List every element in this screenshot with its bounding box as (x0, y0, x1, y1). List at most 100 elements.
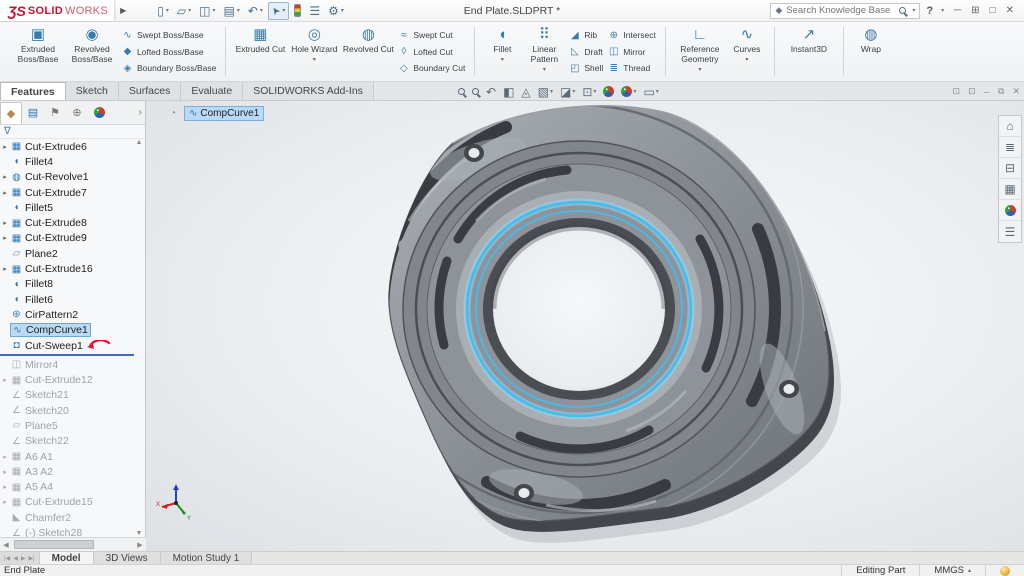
tree-item-cut-extrude8[interactable]: Cut-Extrude8 (0, 215, 134, 230)
appearances-scenes-button[interactable] (999, 200, 1021, 221)
tree-item-sketch20[interactable]: Sketch20 (0, 403, 134, 418)
tree-item-cut-extrude7[interactable]: Cut-Extrude7 (0, 185, 134, 200)
view-settings-button[interactable]: ▭▾ (643, 85, 658, 99)
tree-horizontal-scrollbar[interactable]: ◀ ▶ (0, 537, 146, 551)
previous-view-button[interactable]: ↶ (486, 85, 496, 99)
breadcrumb-compcurve1[interactable]: ∿ CompCurve1 (184, 106, 264, 121)
rebuild-button[interactable] (291, 2, 304, 20)
end-plate-3d-model[interactable] (146, 101, 1024, 551)
dimxpertmanager-tab[interactable]: ⊕ (66, 102, 88, 124)
displaymanager-tab[interactable] (88, 102, 110, 124)
revolved-cut-button[interactable]: ◍ Revolved Cut (341, 25, 395, 78)
tree-item-cirpattern2[interactable]: CirPattern2 (0, 307, 134, 322)
knowledge-base-search[interactable]: ◆ ▾ (770, 3, 920, 19)
wrap-button[interactable]: ◍ Wrap (851, 25, 891, 78)
expand-arrow-icon[interactable] (0, 234, 10, 242)
panel-tabs-overflow-button[interactable]: › (139, 107, 145, 118)
scroll-up-icon[interactable]: ▲ (133, 139, 145, 146)
tab-features[interactable]: Features (0, 82, 66, 100)
caret-icon[interactable]: ▾ (633, 88, 636, 95)
extruded-boss-base-button[interactable]: ▣ Extruded Boss/Base (11, 25, 65, 78)
reference-geometry-button[interactable]: ∟ Reference Geometry ▾ (673, 25, 727, 78)
doc-close-button[interactable]: ✕ (1012, 86, 1020, 97)
rib-button[interactable]: ◢Rib (568, 27, 603, 43)
tree-item-cut-extrude15[interactable]: Cut-Extrude15 (0, 495, 134, 510)
file-explorer-button[interactable]: ⊟ (999, 158, 1021, 179)
caret-icon[interactable]: ▾ (260, 7, 263, 14)
swept-cut-button[interactable]: ≈Swept Cut (397, 27, 465, 43)
tab-model[interactable]: Model (40, 552, 94, 564)
tree-item-cut-sweep1[interactable]: Cut-Sweep1 (0, 338, 134, 353)
featuremanager-tree-tab[interactable]: ◆ (0, 102, 22, 124)
tree-item-cut-revolve1[interactable]: Cut-Revolve1 (0, 170, 134, 185)
window-maximize-button[interactable]: □ (990, 5, 996, 16)
rollback-bar[interactable] (0, 354, 134, 356)
expand-arrow-icon[interactable] (0, 143, 10, 151)
search-caret-icon[interactable]: ▾ (912, 7, 915, 14)
new-document-button[interactable]: ▯▾ (154, 2, 172, 20)
expand-arrow-icon[interactable] (0, 173, 10, 181)
design-library-button[interactable]: ≣ (999, 137, 1021, 158)
options-button[interactable]: ⚙▾ (325, 2, 347, 20)
caret-icon[interactable]: ▾ (698, 66, 701, 73)
zoom-to-fit-button[interactable] (458, 88, 465, 95)
scroll-down-icon[interactable]: ▼ (133, 530, 145, 537)
propertymanager-tab[interactable]: ▤ (22, 102, 44, 124)
search-input[interactable] (786, 5, 895, 16)
expand-arrow-icon[interactable] (0, 483, 10, 491)
caret-icon[interactable]: ▾ (543, 66, 546, 73)
expand-arrow-icon[interactable] (0, 189, 10, 197)
tree-item-mirror4[interactable]: Mirror4 (0, 357, 134, 372)
print-button[interactable]: ▤▾ (220, 2, 242, 20)
configurationmanager-tab[interactable]: ⚑ (44, 102, 66, 124)
extruded-cut-button[interactable]: ▦ Extruded Cut (233, 25, 287, 78)
caret-icon[interactable]: ▾ (188, 7, 191, 14)
tab-evaluate[interactable]: Evaluate (181, 82, 243, 100)
scrollbar-thumb[interactable] (14, 540, 94, 549)
apply-scene-button[interactable]: ▾ (621, 86, 636, 97)
tree-item-cut-extrude6[interactable]: Cut-Extrude6 (0, 139, 134, 154)
tree-item-fillet4[interactable]: Fillet4 (0, 154, 134, 169)
file-properties-button[interactable]: ☰ (306, 2, 323, 20)
display-style-button[interactable]: ◪▾ (560, 85, 575, 99)
selected-tree-item[interactable]: CompCurve1 (10, 323, 91, 337)
tab-sketch[interactable]: Sketch (66, 82, 119, 100)
tree-item-a3-a2[interactable]: A3 A2 (0, 464, 134, 479)
tab-motion-study-1[interactable]: Motion Study 1 (161, 552, 253, 564)
instant3d-button[interactable]: ↗ Instant3D (782, 25, 836, 78)
window-minimize-button[interactable]: ─ (954, 5, 961, 16)
tree-item-a5-a4[interactable]: A5 A4 (0, 480, 134, 495)
undo-button[interactable]: ↶▾ (245, 2, 266, 20)
hole-wizard-button[interactable]: ◎ Hole Wizard ▾ (287, 25, 341, 78)
view-palette-button[interactable]: ▦ (999, 179, 1021, 200)
caret-icon[interactable]: ▾ (166, 7, 169, 14)
tree-item-sketch22[interactable]: Sketch22 (0, 434, 134, 449)
edit-appearance-button[interactable] (603, 86, 614, 97)
caret-icon[interactable]: ▾ (593, 88, 596, 95)
linear-pattern-button[interactable]: ⠿ Linear Pattern ▾ (522, 25, 566, 78)
revolved-boss-base-button[interactable]: ◉ Revolved Boss/Base (65, 25, 119, 78)
tab-3d-views[interactable]: 3D Views (94, 552, 161, 564)
caret-icon[interactable]: ▾ (745, 56, 748, 63)
expand-arrow-icon[interactable] (0, 219, 10, 227)
tab-scroll-first-icon[interactable]: |◀ (3, 555, 11, 562)
section-view-button[interactable]: ◧ (503, 85, 514, 99)
tree-item-fillet8[interactable]: Fillet8 (0, 277, 134, 292)
tab-scroll-prev-icon[interactable]: ◀ (12, 555, 19, 562)
swept-boss-base-button[interactable]: ∿Swept Boss/Base (121, 27, 216, 43)
intersect-button[interactable]: ⊕Intersect (607, 27, 656, 43)
help-button[interactable]: ? (926, 5, 933, 17)
open-button[interactable]: ▱▾ (174, 2, 194, 20)
caret-icon[interactable]: ▾ (212, 7, 215, 14)
lofted-cut-button[interactable]: ◊Lofted Cut (397, 44, 465, 60)
save-button[interactable]: ◫▾ (196, 2, 218, 20)
tab-solidworks-add-ins[interactable]: SOLIDWORKS Add-Ins (243, 82, 374, 100)
home-tab-button[interactable]: ⌂ (999, 116, 1021, 137)
doc-minimize-button[interactable]: ─ (984, 87, 990, 97)
boundary-boss-base-button[interactable]: ◈Boundary Boss/Base (121, 60, 216, 76)
doc-window-icon[interactable]: ⊡ (968, 86, 976, 97)
expand-arrow-icon[interactable] (0, 498, 10, 506)
doc-window-icon[interactable]: ⊡ (953, 86, 961, 97)
help-caret-icon[interactable]: ▾ (941, 7, 944, 14)
tree-item-cut-extrude9[interactable]: Cut-Extrude9 (0, 231, 134, 246)
